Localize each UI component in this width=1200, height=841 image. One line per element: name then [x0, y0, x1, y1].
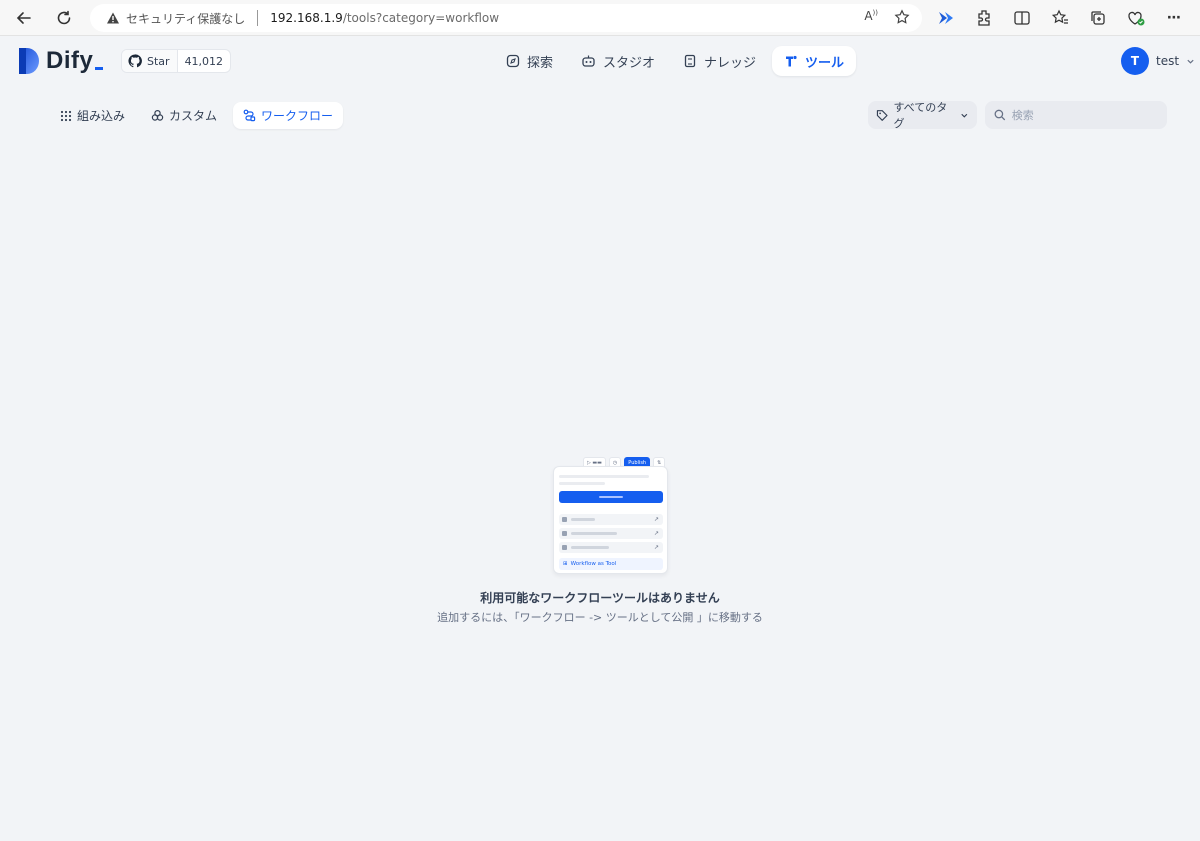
- tab-workflow-label: ワークフロー: [261, 109, 334, 123]
- nav-explore[interactable]: 探索: [494, 46, 565, 76]
- tab-workflow[interactable]: ワークフロー: [233, 102, 344, 129]
- more-options-icon[interactable]: ⋯: [1164, 6, 1184, 30]
- tag-filter-dropdown[interactable]: すべてのタグ: [868, 101, 977, 130]
- nav-explore-label: 探索: [527, 55, 554, 71]
- read-aloud-icon[interactable]: A)): [864, 9, 878, 25]
- chevron-down-icon: [961, 113, 968, 118]
- nav-knowledge-label: ナレッジ: [704, 55, 757, 71]
- nav-studio-label: スタジオ: [603, 55, 656, 71]
- nav-tools-label: ツール: [805, 55, 845, 71]
- address-divider: [257, 10, 259, 26]
- empty-state-title: 利用可能なワークフローツールはありません: [480, 591, 720, 605]
- tab-custom-label: カスタム: [169, 109, 218, 123]
- chevron-down-icon: [1187, 59, 1194, 64]
- tab-custom[interactable]: カスタム: [141, 102, 227, 129]
- logo-underscore: [95, 66, 104, 70]
- nav-knowledge[interactable]: ナレッジ: [671, 46, 768, 76]
- url-host: 192.168.1.9: [270, 11, 343, 25]
- compass-icon: [506, 54, 520, 68]
- split-screen-icon[interactable]: [1012, 6, 1032, 30]
- illus-workflow-icon: ⊞: [563, 561, 568, 567]
- user-name: test: [1156, 54, 1180, 68]
- illus-publish-panel: ↗ ↗ ↗ ⊞ Workflow as Tool: [553, 466, 668, 574]
- search-input[interactable]: [1011, 108, 1158, 122]
- custom-icon: [151, 109, 164, 121]
- back-icon[interactable]: [12, 6, 36, 30]
- dify-logo-icon: [19, 48, 39, 74]
- address-bar[interactable]: セキュリティ保護なし 192.168.1.9/tools?category=wo…: [90, 4, 922, 32]
- illus-primary-button: [559, 491, 663, 503]
- search-box: [985, 101, 1167, 129]
- nav-studio[interactable]: スタジオ: [569, 46, 667, 76]
- tab-builtin-label: 組み込み: [77, 109, 126, 123]
- robot-icon: [582, 55, 595, 67]
- tools-toolbar: 組み込み カスタム ワークフロー すべてのタグ: [0, 86, 1200, 142]
- avatar: T: [1121, 47, 1149, 75]
- nav-tools[interactable]: ツール: [772, 46, 857, 76]
- main-nav: 探索 スタジオ ナレッジ ツール: [494, 46, 857, 76]
- refresh-icon[interactable]: [52, 6, 76, 30]
- grid-icon: [60, 110, 72, 121]
- tag-icon: [876, 109, 888, 121]
- tool-icon: [786, 55, 797, 67]
- github-star-label: Star: [147, 54, 170, 68]
- illus-workflow-as-tool: ⊞ Workflow as Tool: [559, 558, 663, 570]
- app-header: Dify Star 41,012 探索 スタジオ ナレッジ ツール T test: [0, 36, 1200, 86]
- collections-icon[interactable]: [1088, 6, 1108, 30]
- browser-toolbar: セキュリティ保護なし 192.168.1.9/tools?category=wo…: [0, 0, 1200, 36]
- logo-text: Dify: [46, 47, 94, 74]
- github-star-count: 41,012: [184, 54, 224, 68]
- warning-icon: [107, 12, 119, 24]
- browser-health-icon[interactable]: [1126, 6, 1146, 30]
- extensions-icon[interactable]: [974, 6, 994, 30]
- book-icon: [684, 54, 696, 68]
- empty-state-description: 追加するには、「ワークフロー -> ツールとして公開 」に移動する: [437, 611, 763, 624]
- workflow-icon: [243, 109, 256, 122]
- tab-builtin[interactable]: 組み込み: [50, 102, 135, 129]
- copilot-icon[interactable]: [936, 6, 956, 30]
- github-icon: [128, 54, 142, 68]
- tag-filter-label: すべてのタグ: [893, 101, 948, 130]
- favorites-icon[interactable]: [1050, 6, 1070, 30]
- dify-logo[interactable]: Dify: [18, 47, 104, 75]
- favorite-star-icon[interactable]: [894, 9, 910, 25]
- empty-state-illustration: ▷ ▬▬ ◷ Publish ⇅ ↗ ↗ ↗ ⊞ Workflow as Too…: [553, 456, 669, 574]
- security-warning: セキュリティ保護なし: [126, 11, 246, 26]
- github-star-button[interactable]: Star 41,012: [121, 49, 232, 73]
- category-tabs: 組み込み カスタム ワークフロー: [50, 102, 344, 129]
- user-menu[interactable]: T test: [1121, 47, 1195, 75]
- url-path: /tools?category=workflow: [342, 11, 500, 25]
- search-icon: [994, 109, 1006, 121]
